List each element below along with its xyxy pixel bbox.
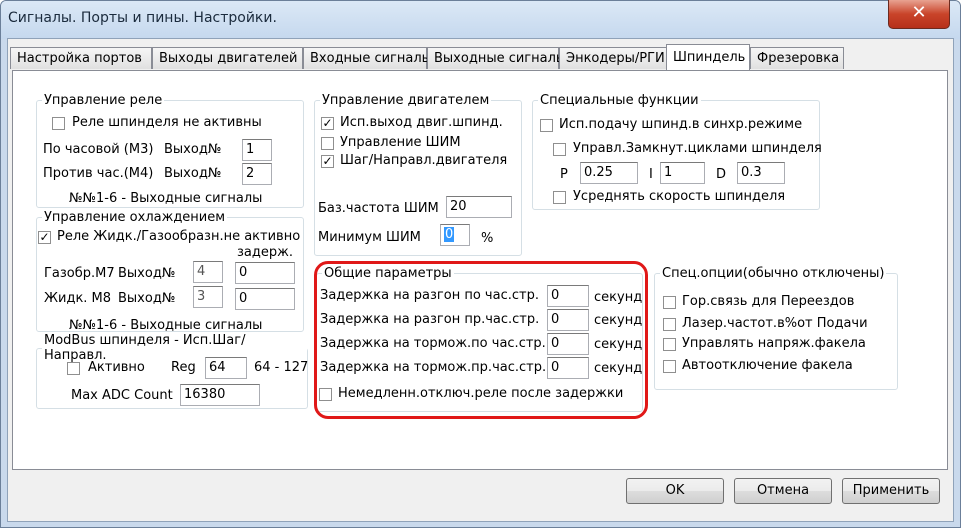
cooling-liquid-label: Жидк. М8 <box>44 291 112 306</box>
motor-min-pwm-value: 0 <box>444 227 455 242</box>
cooling-inactive-label: Реле Жидк./Газообразн.не активно <box>57 229 301 244</box>
motor-use-output-checkbox[interactable]: ✓ <box>321 117 334 130</box>
special-sync-checkbox[interactable] <box>540 119 553 132</box>
window-title: Сигналы. Порты и пины. Настройки. <box>8 10 277 26</box>
motor-use-output-label: Исп.выход двиг.шпинд. <box>340 115 503 130</box>
tab-encoders[interactable]: Энкодеры/РГИ <box>559 47 669 69</box>
spec-options-group-title: Спец.опции(обычно отключены) <box>662 266 885 281</box>
motor-stepdir-label: Шаг/Направл.двигателя <box>340 153 508 168</box>
cooling-gas-output-field[interactable]: 4 <box>193 261 223 283</box>
motor-group-title: Управление двигателем <box>322 93 490 108</box>
cooling-gas-output-label: Выход№ <box>118 266 176 281</box>
special-avg-checkbox[interactable] <box>553 191 566 204</box>
cooling-inactive-checkbox[interactable]: ✓ <box>38 231 51 244</box>
special-i-label: I <box>649 167 653 182</box>
motor-min-pwm-field[interactable]: 0 <box>440 224 470 246</box>
cancel-button[interactable]: Отмена <box>734 478 832 504</box>
modbus-reg-field[interactable]: 64 <box>205 357 247 379</box>
motor-stepdir-checkbox[interactable]: ✓ <box>321 155 334 168</box>
special-p-field[interactable]: 0.25 <box>580 162 638 184</box>
modbus-adc-label: Max ADC Count <box>71 388 173 403</box>
special-d-field[interactable]: 0.3 <box>737 162 785 184</box>
cooling-liquid-output-label: Выход№ <box>118 291 176 306</box>
spec-option-checkbox[interactable] <box>663 296 676 309</box>
modbus-reg-range: 64 - 127 <box>254 360 309 375</box>
relay-cw-label: По часовой (М3) <box>43 142 154 157</box>
spec-option-checkbox[interactable] <box>663 360 676 373</box>
relay-inactive-checkbox[interactable] <box>52 117 65 130</box>
relay-inactive-label: Реле шпинделя не активны <box>72 115 262 130</box>
motor-base-freq-label: Баз.частота ШИМ <box>318 201 439 216</box>
tab-port-settings[interactable]: Настройка портов <box>10 47 152 69</box>
relay-ccw-label: Против час.(М4) <box>43 166 154 181</box>
relay-cw-output-field[interactable]: 1 <box>242 139 272 161</box>
spec-option-checkbox[interactable] <box>663 338 676 351</box>
spec-option-label: Гор.связь для Переездов <box>682 294 855 309</box>
modbus-reg-label: Reg <box>171 360 196 375</box>
relay-note: №№1-6 - Выходные сигналы <box>69 191 263 206</box>
special-closed-loop-label: Управл.Замкнут.циклами шпинделя <box>573 141 822 156</box>
cooling-delay-header: задерж. <box>237 245 293 260</box>
cooling-note: №№1-6 - Выходные сигналы <box>69 318 263 333</box>
special-avg-label: Усреднять скорость шпинделя <box>573 189 786 204</box>
spec-option-checkbox[interactable] <box>663 318 676 331</box>
relay-ccw-output-field[interactable]: 2 <box>242 163 272 185</box>
spec-option-label: Управлять напряж.факела <box>682 336 866 351</box>
ok-button[interactable]: OK <box>626 478 724 504</box>
special-p-label: P <box>560 167 568 182</box>
special-sync-label: Исп.подачу шпинд.в синхр.режиме <box>559 117 803 132</box>
relay-cw-output-label: Выход№ <box>164 142 222 157</box>
relay-group-title: Управление реле <box>44 93 163 108</box>
motor-base-freq-field[interactable]: 20 <box>446 196 512 218</box>
tab-output-signals[interactable]: Выходные сигналы <box>427 47 566 69</box>
cooling-liquid-delay-field[interactable]: 0 <box>235 288 295 310</box>
motor-min-pwm-label: Минимум ШИМ <box>318 230 421 245</box>
tab-motor-outputs[interactable]: Выходы двигателей <box>152 47 303 69</box>
special-i-field[interactable]: 1 <box>660 162 705 184</box>
cooling-group-title: Управление охлаждением <box>44 210 226 225</box>
spec-option-label: Автоотключение факела <box>682 358 853 373</box>
highlight-annotation <box>314 261 648 419</box>
special-group-title: Специальные функции <box>540 93 699 108</box>
special-closed-loop-checkbox[interactable] <box>553 143 566 156</box>
motor-pwm-checkbox[interactable] <box>321 137 334 150</box>
cooling-gas-label: Газобр.М7 <box>44 266 115 281</box>
modbus-adc-field[interactable]: 16380 <box>180 384 260 406</box>
relay-ccw-output-label: Выход№ <box>164 166 222 181</box>
modbus-active-label: Активно <box>88 360 145 375</box>
tab-milling[interactable]: Фрезеровка <box>750 47 844 69</box>
cooling-gas-delay-field[interactable]: 0 <box>235 262 295 284</box>
cooling-liquid-output-field[interactable]: 3 <box>193 286 223 308</box>
tab-input-signals[interactable]: Входные сигналы <box>303 47 432 69</box>
modbus-group-title: ModBus шпинделя - Исп.Шаг/Направл. <box>44 333 246 363</box>
motor-min-pwm-percent: % <box>481 231 494 246</box>
tab-spindle[interactable]: Шпиндель <box>666 44 750 70</box>
apply-button[interactable]: Применить <box>842 478 940 504</box>
motor-pwm-label: Управление ШИМ <box>340 135 461 150</box>
close-button[interactable]: ✕ <box>888 0 950 29</box>
modbus-active-checkbox[interactable] <box>67 362 80 375</box>
special-d-label: D <box>716 167 727 182</box>
spec-option-label: Лазер.частот.в%от Подачи <box>682 316 868 331</box>
